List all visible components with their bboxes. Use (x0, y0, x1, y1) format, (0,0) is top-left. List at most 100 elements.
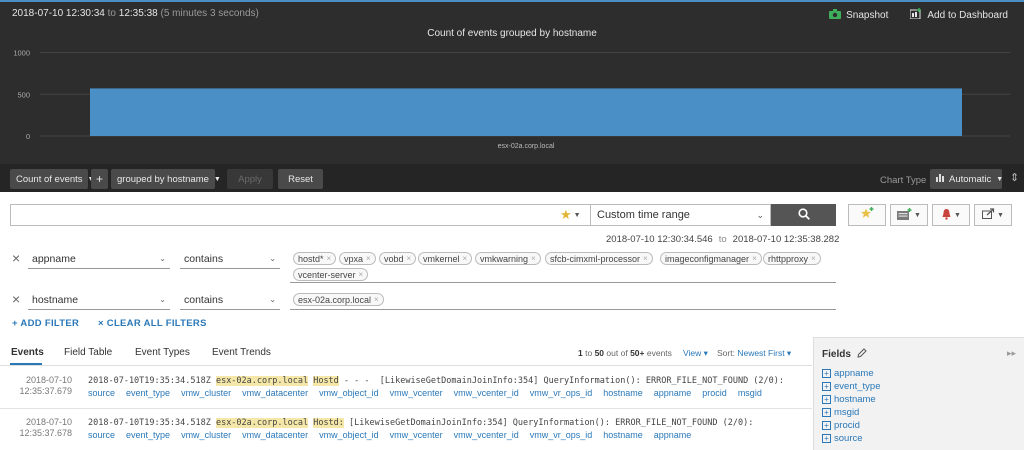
field-item-hostname[interactable]: + hostname (822, 394, 876, 405)
field-item-label: event_type (834, 381, 881, 392)
event-field-link[interactable]: source (88, 388, 115, 398)
result-to-word: to (585, 348, 593, 358)
event-field-link[interactable]: vmw_object_id (319, 430, 379, 440)
remove-token-icon[interactable]: × (407, 254, 412, 263)
tab-field-table[interactable]: Field Table (64, 347, 112, 358)
field-item-msgid[interactable]: + msgid (822, 407, 859, 418)
time-range-summary: 2018-07-10 12:30:34 to 12:35:38 (5 minut… (12, 8, 259, 19)
camera-icon (829, 8, 842, 22)
pencil-icon[interactable] (857, 348, 867, 361)
chevron-down-icon: ⌄ (269, 254, 276, 263)
field-item-event-type[interactable]: + event_type (822, 381, 880, 392)
fields-panel-title: Fields (822, 348, 867, 361)
add-to-dashboard-button[interactable]: Add to Dashboard (909, 8, 1008, 22)
remove-token-icon[interactable]: × (327, 254, 332, 263)
remove-token-icon[interactable]: × (366, 254, 371, 263)
event-field-link[interactable]: vmw_vcenter_id (454, 388, 519, 398)
alert-button[interactable]: ▼ (932, 204, 970, 226)
filter-token-label: vcenter-server (298, 269, 356, 280)
tab-event-trends[interactable]: Event Trends (212, 347, 271, 358)
event-raw-timestamp: 2018-07-10T19:35:34.518Z (88, 376, 211, 386)
event-message: [LikewiseGetDomainJoinInfo:354] QueryInf… (343, 418, 754, 428)
event-field-link[interactable]: event_type (126, 430, 170, 440)
add-to-dashboard-widget-button[interactable]: ▼ (890, 204, 928, 226)
filter-operator-select[interactable]: contains ⌄ (180, 249, 280, 269)
field-item-appname[interactable]: + appname (822, 368, 874, 379)
remove-token-icon[interactable]: × (359, 270, 364, 279)
event-timestamp: 2018-07-10 12:35:37.678 (10, 417, 72, 439)
event-field-link[interactable]: appname (654, 388, 692, 398)
event-field-link[interactable]: hostname (603, 388, 643, 398)
result-out-of: out of (606, 348, 628, 358)
event-field-link[interactable]: vmw_vcenter (390, 430, 443, 440)
event-field-link[interactable]: vmw_object_id (319, 388, 379, 398)
add-filter-link[interactable]: + ADD FILTER (12, 318, 79, 329)
remove-filter-icon[interactable]: × (12, 250, 20, 266)
event-field-link[interactable]: vmw_datacenter (242, 388, 308, 398)
time-range-value: Custom time range (597, 209, 690, 221)
chevron-down-icon: ⌄ (159, 254, 166, 263)
collapse-panel-icon[interactable]: ▸▸ (1007, 348, 1016, 359)
remove-filter-icon[interactable]: × (12, 291, 20, 307)
bar[interactable] (90, 88, 962, 136)
search-button[interactable] (771, 204, 836, 226)
chart-toolbar: Count of events▼ + grouped by hostname▼ … (0, 164, 1024, 192)
x-tick-label: esx-02a.corp.local (498, 143, 555, 150)
plus-box-icon: + (822, 408, 831, 417)
apply-button[interactable]: Apply (227, 169, 273, 189)
field-item-procid[interactable]: + procid (822, 420, 860, 431)
event-field-link[interactable]: vmw_vcenter (390, 388, 443, 398)
sort-dropdown[interactable]: Newest First ▾ (737, 348, 791, 358)
filter-token: sfcb-cimxml-processor × (545, 252, 653, 265)
event-field-link[interactable]: event_type (126, 388, 170, 398)
remove-token-icon[interactable]: × (643, 254, 648, 263)
group-by-dropdown[interactable]: grouped by hostname ▼ (111, 169, 221, 189)
remove-token-icon[interactable]: × (463, 254, 468, 263)
time-range-select[interactable]: Custom time range ⌄ (591, 204, 771, 226)
field-item-source[interactable]: + source (822, 433, 863, 444)
search-input[interactable] (10, 204, 591, 226)
add-metric-button[interactable]: + (91, 169, 108, 189)
collapse-chart-icon[interactable]: ⇕ (1010, 171, 1019, 184)
snapshot-button[interactable]: Snapshot (829, 8, 888, 22)
event-field-link[interactable]: vmw_cluster (181, 388, 231, 398)
filter-field-select[interactable]: appname ⌄ (28, 249, 170, 269)
event-field-links: source event_type vmw_cluster vmw_datacente… (88, 430, 702, 440)
remove-token-icon[interactable]: × (531, 254, 536, 263)
filter-token: vcenter-server × (293, 268, 369, 281)
remove-token-icon[interactable]: × (811, 254, 816, 263)
filter-field-value: hostname (32, 293, 79, 306)
event-field-link[interactable]: vmw_vr_ops_id (530, 430, 593, 440)
event-field-link[interactable]: source (88, 430, 115, 440)
filter-token-label: vpxa (344, 253, 364, 264)
remove-token-icon[interactable]: × (752, 254, 757, 263)
event-app: Hostd: (313, 418, 344, 428)
tab-event-types[interactable]: Event Types (135, 347, 190, 358)
filter-token: hostd* × (293, 252, 337, 265)
filter-operator-select[interactable]: contains ⌄ (180, 290, 280, 310)
chart-type-dropdown[interactable]: Automatic ▼ (930, 169, 1003, 189)
clear-all-filters-link[interactable]: × CLEAR ALL FILTERS (98, 318, 207, 329)
event-divider (0, 408, 812, 409)
chart-type-label: Chart Type (880, 175, 927, 186)
tab-events[interactable]: Events (11, 347, 44, 358)
event-field-link[interactable]: appname (654, 430, 692, 440)
event-field-link[interactable]: vmw_vr_ops_id (530, 388, 593, 398)
metric-dropdown[interactable]: Count of events▼ (10, 169, 94, 189)
result-count: 1 to 50 out of 50+ events (578, 348, 672, 358)
event-field-link[interactable]: hostname (603, 430, 643, 440)
event-field-link[interactable]: procid (702, 388, 727, 398)
view-dropdown[interactable]: View ▾ (683, 348, 708, 359)
chart-panel: 2018-07-10 12:30:34 to 12:35:38 (5 minut… (0, 0, 1024, 192)
filter-field-select[interactable]: hostname ⌄ (28, 290, 170, 310)
event-field-link[interactable]: msgid (738, 388, 762, 398)
event-field-link[interactable]: vmw_datacenter (242, 430, 308, 440)
remove-token-icon[interactable]: × (374, 295, 379, 304)
fields-panel: Fields ▸▸ + appname + event_type + hostname… (813, 337, 1024, 450)
event-field-link[interactable]: vmw_cluster (181, 430, 231, 440)
favorites-button[interactable] (848, 204, 886, 226)
favorite-query-dropdown[interactable]: ★ ▼ (560, 206, 590, 224)
reset-button[interactable]: Reset (278, 169, 323, 189)
event-field-link[interactable]: vmw_vcenter_id (454, 430, 519, 440)
export-button[interactable]: ▼ (974, 204, 1012, 226)
